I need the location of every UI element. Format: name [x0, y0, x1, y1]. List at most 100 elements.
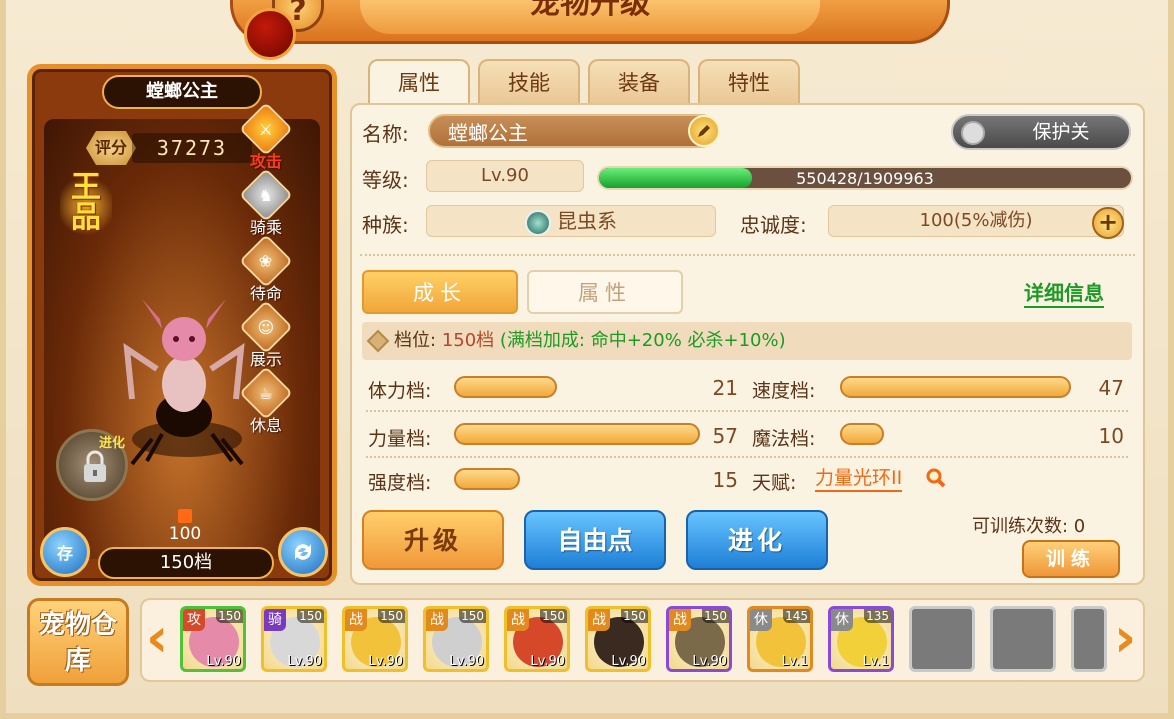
paw-icon: ❀ [239, 234, 293, 288]
stat-value-strength: 57 [712, 424, 738, 448]
stat-value-magic: 10 [1098, 424, 1124, 448]
gem-icon [366, 329, 390, 353]
save-button[interactable]: 存 [40, 527, 90, 577]
next-arrow-icon[interactable]: › [1114, 610, 1142, 670]
pet-type-badge: 休 [831, 609, 853, 631]
stat-bar-magic [840, 423, 885, 445]
protect-toggle[interactable]: 保护关 [951, 114, 1131, 150]
horse-icon: ♞ [239, 168, 293, 222]
add-loyalty-button[interactable]: + [1092, 207, 1124, 239]
tab-traits[interactable]: 特性 [698, 59, 800, 103]
grade-badge: 王品 [60, 173, 112, 239]
train-button[interactable]: 训练 [1022, 540, 1120, 578]
action-display[interactable]: ☺ 展示 [238, 300, 294, 374]
tab-growth[interactable]: 成长 [362, 270, 518, 314]
stat-bar-speed [840, 376, 1072, 398]
pet-slot[interactable]: 攻 150 Lv.90 [180, 606, 246, 672]
pet-action-list: ⚔ 攻击 ♞ 骑乘 ❀ 待命 ☺ 展示 ☕ 休息 [238, 102, 294, 440]
pet-warehouse-button[interactable]: 宠物仓库 [27, 598, 129, 686]
save-label: 存 [56, 544, 73, 563]
pet-slot[interactable]: 休 145 Lv.1 [747, 606, 813, 672]
pet-slot[interactable]: 战 150 Lv.90 [504, 606, 570, 672]
train-count: 可训练次数: 0 [972, 516, 1086, 537]
detail-info-link[interactable]: 详细信息 [1024, 280, 1104, 308]
refresh-button[interactable] [278, 527, 328, 577]
pet-tier-badge: 150 [621, 609, 648, 623]
free-points-button[interactable]: 自由点 [524, 510, 666, 570]
action-standby[interactable]: ❀ 待命 [238, 234, 294, 308]
element-orb [244, 8, 296, 60]
cup-icon: ☕ [239, 366, 293, 420]
stat-label-magic: 魔法档: [752, 428, 816, 450]
divider [360, 254, 1135, 256]
exp-number: 100 [168, 524, 202, 544]
insect-race-icon [525, 210, 551, 236]
pet-slot[interactable]: 战 150 Lv.90 [585, 606, 651, 672]
tab-bar: 属性 技能 装备 特性 [368, 59, 800, 105]
pet-slot[interactable]: 战 150 Lv.90 [423, 606, 489, 672]
pet-type-badge: 战 [426, 609, 448, 631]
name-label: 名称: [362, 122, 409, 146]
magnifier-icon[interactable] [926, 468, 946, 488]
refresh-icon [295, 544, 311, 560]
empty-pet-slot[interactable] [909, 606, 975, 672]
tab-growth-attributes[interactable]: 属性 [527, 270, 683, 314]
evolve-button[interactable]: 进化 [686, 510, 828, 570]
pet-level: Lv.90 [287, 654, 322, 669]
evolve-lock-button[interactable]: 进化 [56, 429, 128, 501]
pet-level: Lv.90 [530, 654, 565, 669]
pet-tier-badge: 145 [783, 609, 810, 623]
prev-arrow-icon[interactable]: ‹ [146, 610, 174, 670]
pet-tier-badge: 135 [864, 609, 891, 623]
action-attack[interactable]: ⚔ 攻击 [238, 102, 294, 176]
pet-tier-badge: 150 [702, 609, 729, 623]
stat-value-stamina: 21 [712, 376, 738, 400]
pet-tier-badge: 150 [297, 609, 324, 623]
grade-strip: 档位: 150档 (满档加成: 命中+20% 必杀+10%) [362, 322, 1132, 360]
pet-level: Lv.1 [781, 654, 808, 669]
pet-type-badge: 攻 [183, 609, 205, 631]
pet-type-badge: 战 [507, 609, 529, 631]
divider [366, 456, 1128, 458]
name-field[interactable]: 螳螂公主 [428, 114, 718, 148]
empty-pet-slot[interactable] [990, 606, 1056, 672]
pet-slot[interactable]: 休 135 Lv.1 [828, 606, 894, 672]
stat-value-intensity: 15 [712, 468, 738, 492]
grade-value: 150档 [441, 330, 495, 351]
grade-bonus: (满档加成: 命中+20% 必杀+10%) [499, 330, 786, 351]
pet-level: Lv.90 [206, 654, 241, 669]
exp-marker [178, 509, 192, 523]
pet-type-badge: 战 [345, 609, 367, 631]
level-value: Lv.90 [426, 160, 584, 192]
upgrade-button[interactable]: 升级 [362, 510, 504, 570]
talent-label: 天赋: [752, 472, 797, 494]
sword-icon: ⚔ [239, 102, 293, 156]
tab-attributes[interactable]: 属性 [368, 59, 470, 105]
stat-bar-strength [454, 423, 700, 445]
stat-value-speed: 47 [1098, 376, 1124, 400]
pet-tier-badge: 150 [216, 609, 243, 623]
action-rest[interactable]: ☕ 休息 [238, 366, 294, 440]
pet-type-badge: 骑 [264, 609, 286, 631]
pet-slot[interactable]: 战 150 Lv.90 [666, 606, 732, 672]
evolve-label: 进化 [99, 436, 126, 451]
exp-bar: 550428/1909963 [597, 166, 1133, 190]
edit-name-button[interactable] [688, 115, 720, 147]
pet-level: Lv.1 [862, 654, 889, 669]
level-label: 等级: [362, 168, 409, 192]
action-ride[interactable]: ♞ 骑乘 [238, 168, 294, 242]
pet-type-badge: 战 [669, 609, 691, 631]
divider [366, 410, 1128, 412]
pet-tier-badge: 150 [540, 609, 567, 623]
pet-slot[interactable]: 骑 150 Lv.90 [261, 606, 327, 672]
tab-equipment[interactable]: 装备 [588, 59, 690, 103]
tab-skills[interactable]: 技能 [478, 59, 580, 103]
talent-link[interactable]: 力量光环II [815, 466, 903, 492]
pet-slot[interactable]: 战 150 Lv.90 [342, 606, 408, 672]
empty-pet-slot[interactable] [1071, 606, 1107, 672]
score-label: 评分 [86, 131, 136, 165]
exp-text: 550428/1909963 [796, 169, 934, 188]
race-value: 昆虫系 [557, 209, 617, 233]
pet-level: Lv.90 [449, 654, 484, 669]
stat-label-intensity: 强度档: [368, 472, 432, 494]
